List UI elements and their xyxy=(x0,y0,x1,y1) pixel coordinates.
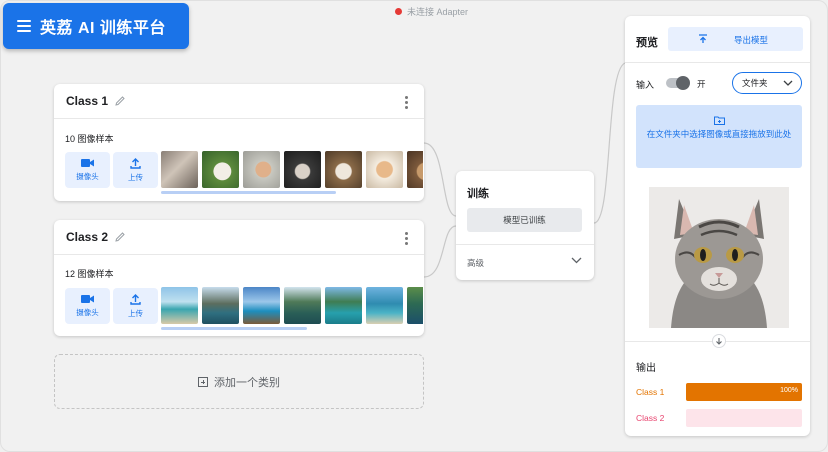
toggle-state-label: 开 xyxy=(697,79,706,89)
drop-zone-text: 在文件夹中选择图像或直接拖放到此处 xyxy=(646,129,792,139)
sample-thumbnail[interactable] xyxy=(325,287,362,324)
status-text: 未连接 Adapter xyxy=(407,7,469,17)
chevron-down-icon[interactable] xyxy=(571,257,582,264)
divider xyxy=(625,62,810,63)
export-model-button[interactable]: 导出模型 xyxy=(668,27,803,51)
upload-button[interactable]: 上传 xyxy=(113,288,158,324)
sample-thumbnails xyxy=(161,151,423,188)
input-toggle[interactable] xyxy=(666,76,690,90)
sample-thumbnail[interactable] xyxy=(202,287,239,324)
sample-thumbnail[interactable] xyxy=(243,151,280,188)
sample-thumbnail[interactable] xyxy=(366,151,403,188)
output-label: 输出 xyxy=(636,363,656,374)
class-card-header: Class 1 xyxy=(54,84,424,119)
add-icon xyxy=(198,376,208,387)
app-window: 英荔 AI 训练平台 未连接 Adapter Class 1 10 图像样本 摄… xyxy=(0,0,828,452)
advanced-toggle-label[interactable]: 高级 xyxy=(467,257,484,269)
file-drop-zone[interactable]: 在文件夹中选择图像或直接拖放到此处 xyxy=(636,105,802,168)
menu-icon[interactable] xyxy=(17,20,31,32)
training-card: 训练 模型已训练 高级 xyxy=(456,171,594,280)
sample-thumbnail[interactable] xyxy=(407,287,423,324)
sample-thumbnail[interactable] xyxy=(407,151,423,188)
webcam-icon xyxy=(81,295,94,303)
toggle-knob xyxy=(676,76,690,90)
export-label: 导出模型 xyxy=(734,35,769,45)
sample-thumbnail[interactable] xyxy=(161,287,198,324)
sample-thumbnail[interactable] xyxy=(161,151,198,188)
class-card-header: Class 2 xyxy=(54,220,424,255)
webcam-label: 摄像头 xyxy=(76,172,99,181)
status-dot-icon xyxy=(395,8,402,15)
preview-panel: 预览 导出模型 输入 开 文件夹 在文件夹中选择图像或直接拖放到此处 输出 Cl… xyxy=(625,16,810,436)
input-source-select[interactable]: 文件夹 xyxy=(732,72,802,94)
divider xyxy=(456,244,594,245)
sample-thumbnail[interactable] xyxy=(243,287,280,324)
sample-thumbnail[interactable] xyxy=(284,287,321,324)
sample-thumbnails xyxy=(161,287,423,324)
sample-thumbnail[interactable] xyxy=(202,151,239,188)
webcam-button[interactable]: 摄像头 xyxy=(65,288,110,324)
output-row-class-1: Class 1 100% xyxy=(636,383,802,401)
more-options-icon[interactable] xyxy=(405,232,408,245)
edit-pencil-icon[interactable] xyxy=(114,95,126,107)
train-model-button[interactable]: 模型已训练 xyxy=(467,208,582,232)
preview-image xyxy=(649,187,789,328)
app-title: 英荔 AI 训练平台 xyxy=(40,20,166,37)
connection-status: 未连接 Adapter xyxy=(395,5,468,18)
chevron-down-icon xyxy=(783,80,793,86)
sample-count: 12 图像样本 xyxy=(65,269,114,279)
output-row-class-2: Class 2 xyxy=(636,409,802,427)
output-class-label: Class 1 xyxy=(636,387,665,397)
sample-thumbnail[interactable] xyxy=(366,287,403,324)
upload-icon xyxy=(130,293,141,305)
confidence-bar-track: 100% xyxy=(686,383,802,401)
select-value: 文件夹 xyxy=(742,78,768,88)
preview-title: 预览 xyxy=(636,37,658,49)
training-title: 训练 xyxy=(467,188,489,200)
sample-count: 10 图像样本 xyxy=(65,134,114,144)
add-class-button[interactable]: 添加一个类别 xyxy=(54,354,424,409)
upload-button[interactable]: 上传 xyxy=(113,152,158,188)
thumbnail-scrollbar[interactable] xyxy=(161,191,336,194)
webcam-label: 摄像头 xyxy=(76,308,99,317)
input-label: 输入 xyxy=(636,80,655,90)
webcam-button[interactable]: 摄像头 xyxy=(65,152,110,188)
class-name[interactable]: Class 1 xyxy=(66,94,108,108)
upload-label: 上传 xyxy=(128,172,143,182)
export-icon xyxy=(699,34,707,43)
app-header: 英荔 AI 训练平台 xyxy=(3,3,189,49)
sample-thumbnail[interactable] xyxy=(284,151,321,188)
class-card-1: Class 1 10 图像样本 摄像头 上传 xyxy=(54,84,424,201)
upload-label: 上传 xyxy=(128,308,143,318)
sample-thumbnail[interactable] xyxy=(325,151,362,188)
class-card-2: Class 2 12 图像样本 摄像头 上传 xyxy=(54,220,424,336)
class-name[interactable]: Class 2 xyxy=(66,230,108,244)
confidence-value: 100% xyxy=(780,387,798,394)
upload-icon xyxy=(130,157,141,169)
more-options-icon[interactable] xyxy=(405,96,408,109)
edit-pencil-icon[interactable] xyxy=(114,231,126,243)
arrow-down-icon xyxy=(712,334,726,348)
output-class-label: Class 2 xyxy=(636,413,665,423)
thumbnail-scrollbar[interactable] xyxy=(161,327,307,330)
add-class-label: 添加一个类别 xyxy=(214,376,280,389)
webcam-icon xyxy=(81,159,94,167)
folder-upload-icon xyxy=(713,116,725,125)
confidence-bar-track xyxy=(686,409,802,427)
